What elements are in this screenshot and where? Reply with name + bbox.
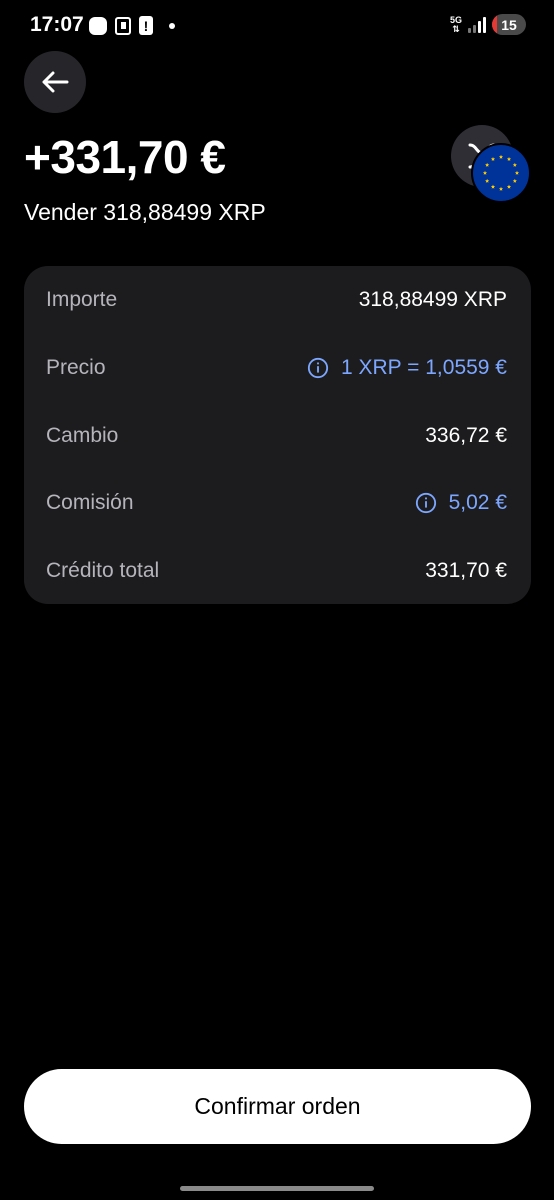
battery-icon: 15	[492, 14, 526, 35]
eu-star	[498, 186, 504, 191]
home-indicator[interactable]	[180, 1186, 374, 1191]
confirm-order-button[interactable]: Confirmar orden	[24, 1069, 531, 1144]
detail-row-precio[interactable]: Precio 1 XRP = 1,0559 €	[46, 353, 507, 383]
eu-star	[498, 154, 504, 159]
arrow-left-icon	[42, 71, 69, 93]
eu-star	[506, 156, 512, 161]
detail-value: 318,88499 XRP	[359, 288, 507, 312]
importe-value: 318,88499 XRP	[358, 288, 507, 311]
eu-star	[485, 178, 490, 183]
order-details-card: Importe 318,88499 XRP Precio 1 XRP = 1,0…	[24, 266, 531, 604]
cambio-value: 336,72 €	[425, 424, 507, 447]
battery-level: 15	[501, 16, 517, 33]
eu-star	[490, 184, 496, 189]
status-bar: 17:07 ! 5G ⇅ 15	[0, 0, 554, 52]
eu-star	[514, 170, 520, 175]
detail-label: Importe	[46, 288, 118, 311]
back-button[interactable]	[24, 51, 86, 113]
comision-value: 5,02 €	[448, 491, 507, 514]
detail-row-importe: Importe 318,88499 XRP	[46, 285, 507, 315]
detail-row-cambio: Cambio 336,72 €	[46, 421, 507, 451]
detail-label: Precio	[46, 356, 106, 379]
fee-info-link[interactable]: 5,02 €	[415, 491, 507, 515]
eu-star	[512, 178, 517, 183]
detail-label: Comisión	[46, 491, 134, 514]
more-notifications-dot-icon	[169, 22, 175, 29]
price-info-link[interactable]: 1 XRP = 1,0559 €	[307, 356, 507, 380]
eu-star	[482, 170, 488, 175]
detail-value: 336,72 €	[425, 424, 507, 448]
detail-row-credito-total: Crédito total 331,70 €	[46, 556, 507, 586]
detail-label: Cambio	[46, 424, 119, 447]
info-icon[interactable]	[415, 492, 437, 514]
info-icon[interactable]	[307, 357, 329, 379]
status-time: 17:07	[30, 13, 84, 36]
eu-stars	[482, 154, 520, 191]
detail-label: Crédito total	[46, 559, 160, 582]
status-right-icons: 5G ⇅ 15	[450, 14, 526, 35]
notification-icons: !	[89, 16, 175, 35]
signal-icon	[468, 16, 486, 33]
eu-star	[512, 162, 517, 167]
eu-star	[506, 184, 512, 189]
alert-notification-icon: !	[139, 16, 153, 35]
detail-row-comision[interactable]: Comisión 5,02 €	[46, 488, 507, 518]
detail-value: 331,70 €	[425, 559, 507, 583]
keyboard-notification-icon	[115, 16, 131, 35]
credito-total-value: 331,70 €	[425, 559, 507, 582]
eu-star	[485, 162, 490, 167]
eu-star	[490, 156, 496, 161]
precio-value: 1 XRP = 1,0559 €	[341, 356, 507, 379]
battery-fill	[492, 14, 498, 35]
eu-flag-icon	[471, 143, 531, 203]
network-type: 5G ⇅	[449, 14, 462, 34]
app-notification-icon	[89, 16, 107, 35]
order-subtitle: Vender 318,88499 XRP	[24, 199, 266, 225]
order-amount: +331,70 €	[24, 131, 226, 183]
